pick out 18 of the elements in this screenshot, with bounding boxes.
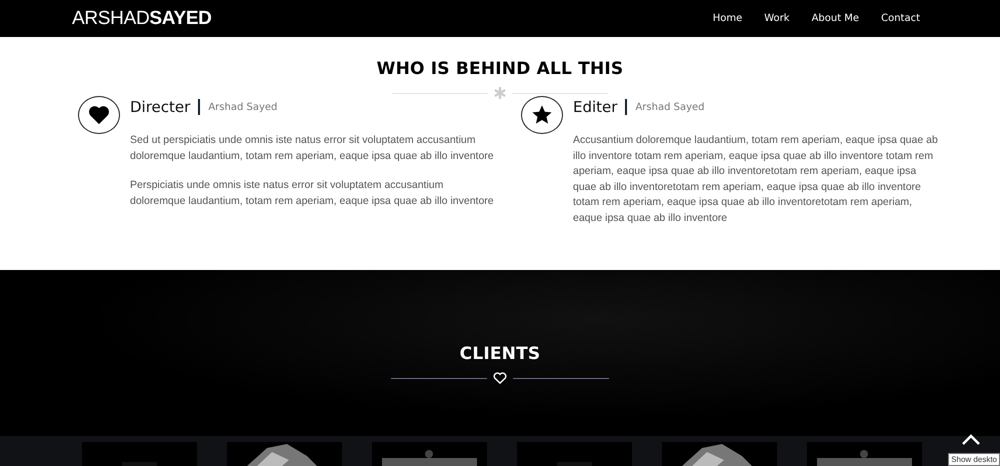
nav-link[interactable]: Contact [881, 13, 920, 24]
section-title: WHO IS BEHIND ALL THIS [376, 59, 624, 79]
role-title: Directer [130, 98, 190, 116]
nav-link[interactable]: About Me [812, 13, 860, 24]
description-text: Accusantium doloremque laudantium, totam rem aperiam, eaque ipsa quae ab illo inventore totam rem aperiam, eaque ipsa quae ab illo inventore totam rem aperiam, eaque ipsa quae ab illo inventoretotam rem aperiam, eaque ipsa quae ab illo inventoretotam rem aperiam, eaque ipsa quae ab illo inventore totam rem aperiam, eaque ipsa quae ab illo inventoretotam rem aperiam, eaque ipsa quae ab illo inventore [573, 133, 939, 226]
role-title: Editer [573, 98, 618, 116]
asterisk-icon [494, 87, 506, 99]
nav-link[interactable]: Work [764, 13, 790, 24]
description-text: Perspiciatis unde omnis iste natus error sit voluptatem accusantium doloremque laudantium, totam rem aperiam, eaque ipsa quae ab illo inventore [130, 178, 495, 208]
member-name: Arshad Sayed [635, 102, 705, 112]
back-to-top-icon[interactable] [961, 434, 981, 446]
member-name: Arshad Sayed [208, 102, 278, 112]
tooltip: Show deskto [948, 453, 1000, 466]
nav-link[interactable]: Home [712, 13, 742, 24]
brand-logo[interactable]: ARSHADSAYED [72, 8, 212, 30]
description-text: Sed ut perspiciatis unde omnis iste natus error sit voluptatem accusantium doloremque laudantium, totam rem aperiam, eaque ipsa quae ab illo inventore [130, 133, 495, 164]
heart-icon [493, 372, 507, 384]
section-title: CLIENTS [458, 344, 542, 364]
